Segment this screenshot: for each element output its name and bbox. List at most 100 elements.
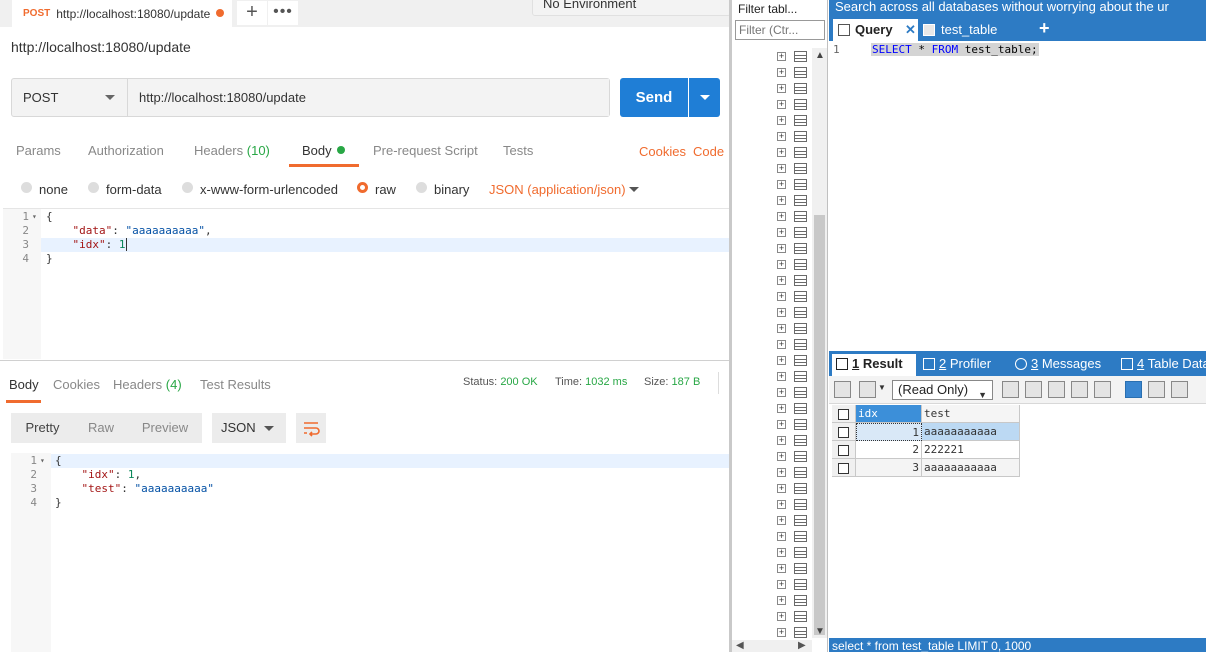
expand-icon[interactable]: + <box>777 52 786 61</box>
table-icon[interactable] <box>794 291 807 302</box>
expand-icon[interactable]: + <box>777 356 786 365</box>
expand-icon[interactable]: + <box>777 420 786 429</box>
expand-icon[interactable]: + <box>777 68 786 77</box>
expand-icon[interactable]: + <box>777 148 786 157</box>
send-button[interactable]: Send <box>620 78 688 117</box>
expand-icon[interactable]: + <box>777 580 786 589</box>
expand-icon[interactable]: + <box>777 372 786 381</box>
expand-icon[interactable]: + <box>777 500 786 509</box>
table-icon[interactable] <box>794 115 807 126</box>
table-icon[interactable] <box>794 195 807 206</box>
chevron-down-icon[interactable] <box>629 187 639 192</box>
table-icon[interactable] <box>794 483 807 494</box>
wrap-lines-button[interactable] <box>296 413 326 443</box>
expand-icon[interactable]: + <box>777 212 786 221</box>
table-icon[interactable] <box>794 595 807 606</box>
search-hint-bar[interactable]: Search across all databases without worr… <box>829 0 1206 17</box>
chevron-down-icon[interactable]: ▼ <box>878 383 886 392</box>
expand-icon[interactable]: + <box>777 452 786 461</box>
table-icon[interactable] <box>794 451 807 462</box>
tab-pre-request-script[interactable]: Pre-request Script <box>373 143 478 158</box>
text-view-icon[interactable] <box>1171 381 1188 398</box>
response-tab-headers[interactable]: Headers (4) <box>113 377 182 392</box>
tab-tests[interactable]: Tests <box>503 143 533 158</box>
expand-icon[interactable]: + <box>777 532 786 541</box>
select-all-cell[interactable] <box>832 405 856 423</box>
url-input[interactable] <box>128 79 609 116</box>
radio-binary[interactable] <box>416 182 427 193</box>
radio-form-data[interactable] <box>88 182 99 193</box>
filter-input[interactable] <box>735 20 825 40</box>
code-link[interactable]: Code <box>693 144 724 159</box>
expand-icon[interactable]: + <box>777 404 786 413</box>
more-tabs-icon[interactable]: ••• <box>268 1 298 25</box>
edit-icon[interactable] <box>1025 381 1042 398</box>
environment-select[interactable]: No Environment <box>532 0 731 16</box>
expand-icon[interactable]: + <box>777 180 786 189</box>
add-tab-plus-icon[interactable]: + <box>1039 18 1050 39</box>
sql-editor[interactable]: 1 SELECT * FROM test_table; <box>829 41 1206 351</box>
tab-params[interactable]: Params <box>16 143 61 158</box>
expand-icon[interactable]: + <box>777 324 786 333</box>
table-icon[interactable] <box>794 515 807 526</box>
expand-icon[interactable]: + <box>777 388 786 397</box>
radio-raw[interactable] <box>357 182 368 193</box>
scroll-up-icon[interactable]: ▲ <box>815 50 825 61</box>
expand-icon[interactable]: + <box>777 484 786 493</box>
form-view-icon[interactable] <box>1148 381 1165 398</box>
table-icon[interactable] <box>794 371 807 382</box>
table-icon[interactable] <box>794 339 807 350</box>
table-icon[interactable] <box>794 531 807 542</box>
tree-scrollbar-thumb[interactable] <box>814 215 825 635</box>
response-tab-test-results[interactable]: Test Results <box>200 377 271 392</box>
request-body-editor[interactable]: 1 2 3 4 ▾ { "data": "aaaaaaaaaa", "idx":… <box>3 208 731 360</box>
filter-icon[interactable] <box>1002 381 1019 398</box>
tab-profiler[interactable]: 2 Profiler <box>919 354 991 376</box>
fold-icon[interactable]: ▾ <box>32 210 37 224</box>
add-record-icon[interactable] <box>834 381 851 398</box>
cell-test[interactable]: aaaaaaaaaaa <box>922 423 1020 441</box>
fold-icon[interactable]: ▾ <box>40 454 45 468</box>
refresh-icon[interactable] <box>1094 381 1111 398</box>
checkbox[interactable] <box>838 409 849 420</box>
table-icon[interactable] <box>794 243 807 254</box>
expand-icon[interactable]: + <box>777 276 786 285</box>
table-icon[interactable] <box>794 467 807 478</box>
tree-hscrollbar[interactable]: ◀ ▶ <box>732 640 812 652</box>
table-icon[interactable] <box>794 419 807 430</box>
table-icon[interactable] <box>794 355 807 366</box>
expand-icon[interactable]: + <box>777 164 786 173</box>
checkbox[interactable] <box>838 445 849 456</box>
table-icon[interactable] <box>794 99 807 110</box>
scroll-left-icon[interactable]: ◀ <box>736 640 744 651</box>
view-preview-button[interactable]: Preview <box>128 413 202 443</box>
row-select-cell[interactable] <box>832 459 856 477</box>
table-icon[interactable] <box>794 83 807 94</box>
expand-icon[interactable]: + <box>777 340 786 349</box>
scroll-down-icon[interactable]: ▼ <box>815 626 825 637</box>
save-icon[interactable] <box>1048 381 1065 398</box>
table-icon[interactable] <box>794 67 807 78</box>
row-select-cell[interactable] <box>832 423 856 441</box>
radio-none[interactable] <box>21 182 32 193</box>
expand-icon[interactable]: + <box>777 468 786 477</box>
table-icon[interactable] <box>794 611 807 622</box>
scroll-right-icon[interactable]: ▶ <box>798 640 806 651</box>
expand-icon[interactable]: + <box>777 132 786 141</box>
expand-icon[interactable]: + <box>777 596 786 605</box>
expand-icon[interactable]: + <box>777 628 786 637</box>
column-header-test[interactable]: test <box>922 405 1020 423</box>
expand-icon[interactable]: + <box>777 612 786 621</box>
cell-test[interactable]: 222221 <box>922 441 1020 459</box>
checkbox[interactable] <box>838 427 849 438</box>
send-dropdown-button[interactable] <box>689 78 720 117</box>
table-icon[interactable] <box>794 227 807 238</box>
table-icon[interactable] <box>794 403 807 414</box>
column-header-idx[interactable]: idx <box>856 405 922 423</box>
radio-urlencoded[interactable] <box>182 182 193 193</box>
grid-view-icon[interactable] <box>1125 381 1142 398</box>
table-icon[interactable] <box>794 435 807 446</box>
table-icon[interactable] <box>794 211 807 222</box>
response-body-viewer[interactable]: 1 2 3 4 ▾ { "idx": 1, "test": "aaaaaaaaa… <box>11 453 731 652</box>
table-icon[interactable] <box>794 163 807 174</box>
